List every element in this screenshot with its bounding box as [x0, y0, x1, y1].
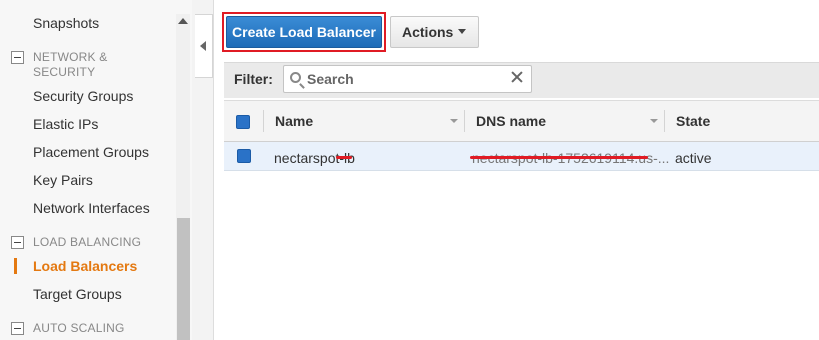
column-header-name[interactable]: Name [275, 113, 313, 129]
sidebar-item-target-groups[interactable]: Target Groups [33, 286, 122, 302]
row-checkbox[interactable] [237, 149, 251, 163]
section-load-balancing[interactable]: LOAD BALANCING [11, 235, 141, 250]
column-divider [464, 110, 465, 132]
chevron-left-icon [200, 41, 206, 51]
sidebar-item-network-interfaces[interactable]: Network Interfaces [33, 200, 150, 216]
sort-icon[interactable] [450, 119, 458, 123]
sidebar-item-key-pairs[interactable]: Key Pairs [33, 172, 93, 188]
search-input[interactable] [307, 70, 503, 88]
column-divider [664, 110, 665, 132]
chevron-down-icon [458, 29, 466, 34]
sidebar-item-security-groups[interactable]: Security Groups [33, 88, 133, 104]
column-header-dns-name[interactable]: DNS name [476, 113, 546, 129]
collapse-icon [11, 51, 24, 64]
sidebar-item-placement-groups[interactable]: Placement Groups [33, 144, 149, 160]
scrollbar-thumb[interactable] [177, 218, 190, 340]
section-auto-scaling[interactable]: AUTO SCALING [11, 321, 125, 336]
sidebar: Snapshots NETWORK & SECURITY Security Gr… [0, 0, 192, 340]
sidebar-item-elastic-ips[interactable]: Elastic IPs [33, 116, 98, 132]
select-all-checkbox[interactable] [236, 115, 250, 129]
column-divider [263, 110, 264, 132]
active-indicator [14, 258, 17, 274]
collapse-icon [11, 236, 24, 249]
section-label: LOAD BALANCING [33, 235, 142, 249]
redaction-mark [336, 156, 352, 159]
section-network-security[interactable]: NETWORK & SECURITY [11, 50, 153, 80]
scroll-up-icon[interactable] [178, 18, 188, 24]
redaction-mark [470, 156, 648, 159]
sidebar-item-snapshots[interactable]: Snapshots [33, 15, 99, 31]
section-label: NETWORK & SECURITY [33, 50, 108, 79]
search-icon [290, 72, 301, 83]
clear-icon[interactable] [510, 70, 524, 84]
actions-dropdown-button[interactable]: Actions [390, 16, 479, 48]
create-load-balancer-button[interactable]: Create Load Balancer [226, 16, 382, 48]
actions-label: Actions [402, 24, 454, 40]
sidebar-item-load-balancers[interactable]: Load Balancers [33, 258, 137, 274]
section-label: AUTO SCALING [33, 321, 125, 335]
collapse-icon [11, 322, 24, 335]
sort-icon[interactable] [650, 119, 658, 123]
row-state: active [675, 150, 712, 166]
collapse-sidebar-button[interactable] [195, 14, 213, 78]
filter-label: Filter: [234, 71, 273, 87]
column-header-state[interactable]: State [676, 113, 710, 129]
